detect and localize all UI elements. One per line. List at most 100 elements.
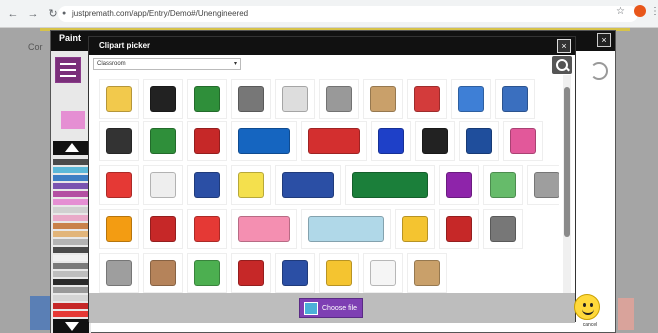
clipart-box-red[interactable] — [231, 253, 271, 293]
bookmark-star-icon[interactable]: ☆ — [616, 6, 625, 17]
background-tile-left — [30, 296, 50, 330]
pencil-case-icon — [282, 172, 334, 198]
color-swatch[interactable] — [53, 247, 89, 253]
back-arrow-icon[interactable]: ← — [6, 7, 20, 21]
choose-file-button[interactable]: Choose file — [299, 298, 363, 318]
clipart-laptop[interactable] — [415, 121, 455, 161]
clipart-office-chair[interactable] — [495, 79, 535, 119]
clipart-glue-stick[interactable] — [527, 165, 559, 205]
color-swatch[interactable] — [53, 271, 89, 277]
category-select[interactable]: Classroom ▾ — [93, 58, 241, 70]
color-swatch[interactable] — [53, 231, 89, 237]
choose-file-label: Choose file — [322, 305, 358, 312]
clipart-pencil-green[interactable] — [187, 253, 227, 293]
selected-color-swatch[interactable] — [61, 111, 85, 129]
clipart-bag-pink[interactable] — [503, 121, 543, 161]
clipart-stapler[interactable] — [99, 253, 139, 293]
clipart-chalkboard-green[interactable] — [345, 165, 435, 205]
clipart-folder-blue[interactable] — [231, 121, 297, 161]
clipart-marker-yellow[interactable] — [231, 165, 271, 205]
clipart-paper[interactable] — [143, 165, 183, 205]
clipart-square-blue[interactable] — [371, 121, 411, 161]
clipart-pencil-holder-orange[interactable] — [99, 209, 139, 249]
browser-menu-icon[interactable]: ⋮ — [650, 6, 658, 17]
clipart-whiteboard[interactable] — [363, 253, 403, 293]
color-swatch[interactable] — [53, 223, 89, 229]
clipart-graduate-girl[interactable] — [99, 79, 139, 119]
clipart-ruler-long[interactable] — [301, 209, 391, 249]
clipart-pushpins[interactable] — [143, 209, 183, 249]
bag-pink-icon — [510, 128, 536, 154]
clipart-crayons[interactable] — [99, 165, 139, 205]
scroll-thumb[interactable] — [564, 87, 570, 237]
picker-close-button[interactable]: × — [557, 39, 571, 53]
clipart-pencil-cup[interactable] — [451, 79, 491, 119]
box-red-icon — [238, 260, 264, 286]
eraser-purple-icon — [446, 172, 472, 198]
clipart-pencil-case[interactable] — [275, 165, 341, 205]
color-swatch[interactable] — [53, 239, 89, 245]
colored-pencils-icon — [490, 172, 516, 198]
clipart-notebook-green[interactable] — [143, 121, 183, 161]
color-swatch[interactable] — [53, 207, 89, 213]
color-swatch[interactable] — [53, 263, 89, 269]
clipart-backpack[interactable] — [143, 79, 183, 119]
clipart-folder-red[interactable] — [301, 121, 367, 161]
search-button[interactable] — [552, 56, 572, 74]
eraser-pink-icon — [238, 216, 290, 242]
color-swatch[interactable] — [53, 215, 89, 221]
color-swatch[interactable] — [53, 287, 89, 293]
cancel-button[interactable]: cancel — [570, 292, 610, 333]
clipart-cube-yellow[interactable] — [319, 253, 359, 293]
clipart-desk[interactable] — [143, 253, 183, 293]
clipart-binder-black[interactable] — [99, 121, 139, 161]
clipart-eraser-pink[interactable] — [231, 209, 297, 249]
clipart-easel[interactable] — [407, 253, 447, 293]
clipart-abacus[interactable] — [319, 79, 359, 119]
clipart-eraser-red[interactable] — [187, 209, 227, 249]
clipart-tray-blue[interactable] — [275, 253, 315, 293]
color-swatch[interactable] — [53, 255, 89, 261]
color-swatch[interactable] — [53, 199, 89, 205]
clipart-colored-pencils[interactable] — [483, 165, 523, 205]
clipart-pencil-red[interactable] — [407, 79, 447, 119]
notebook-red-icon — [194, 128, 220, 154]
cube-yellow-icon — [326, 260, 352, 286]
redo-icon[interactable] — [590, 62, 608, 80]
color-swatch[interactable] — [53, 159, 89, 165]
color-swatch[interactable] — [53, 279, 89, 285]
clipart-bulletin-board[interactable] — [363, 79, 403, 119]
clipart-scissors[interactable] — [439, 209, 479, 249]
clipart-calculator[interactable] — [231, 79, 271, 119]
file-icon — [304, 302, 318, 315]
clipart-eraser-purple[interactable] — [439, 165, 479, 205]
clipart-pen-blue[interactable] — [187, 165, 227, 205]
clipart-briefcase-blue[interactable] — [459, 121, 499, 161]
palette-scroll-down-button[interactable] — [53, 319, 89, 333]
color-swatch[interactable] — [53, 175, 89, 181]
color-swatch[interactable] — [53, 167, 89, 173]
clipart-scrollbar[interactable] — [563, 75, 571, 293]
tray-blue-icon — [282, 260, 308, 286]
brush-size-tool[interactable] — [55, 57, 81, 83]
clipart-notebook-red[interactable] — [187, 121, 227, 161]
clipart-ruler-yellow[interactable] — [395, 209, 435, 249]
color-swatch[interactable] — [53, 295, 89, 301]
color-swatch[interactable] — [53, 183, 89, 189]
clipart-book-green[interactable] — [187, 79, 227, 119]
color-swatch[interactable] — [53, 311, 89, 317]
color-swatch[interactable] — [53, 191, 89, 197]
briefcase-blue-icon — [466, 128, 492, 154]
clipart-clock[interactable] — [275, 79, 315, 119]
office-chair-icon — [502, 86, 528, 112]
paint-close-button[interactable]: × — [597, 33, 611, 47]
palette-scroll-up-button[interactable] — [53, 141, 89, 155]
pencil-red-icon — [414, 86, 440, 112]
clipart-sharpener[interactable] — [483, 209, 523, 249]
address-bar[interactable]: ● justpremath.com/app/Entry/Demo#/Unengi… — [58, 6, 638, 22]
pen-blue-icon — [194, 172, 220, 198]
forward-arrow-icon[interactable]: → — [26, 7, 40, 21]
color-swatch[interactable] — [53, 303, 89, 309]
extension-icon[interactable] — [634, 5, 646, 17]
whiteboard-icon — [370, 260, 396, 286]
